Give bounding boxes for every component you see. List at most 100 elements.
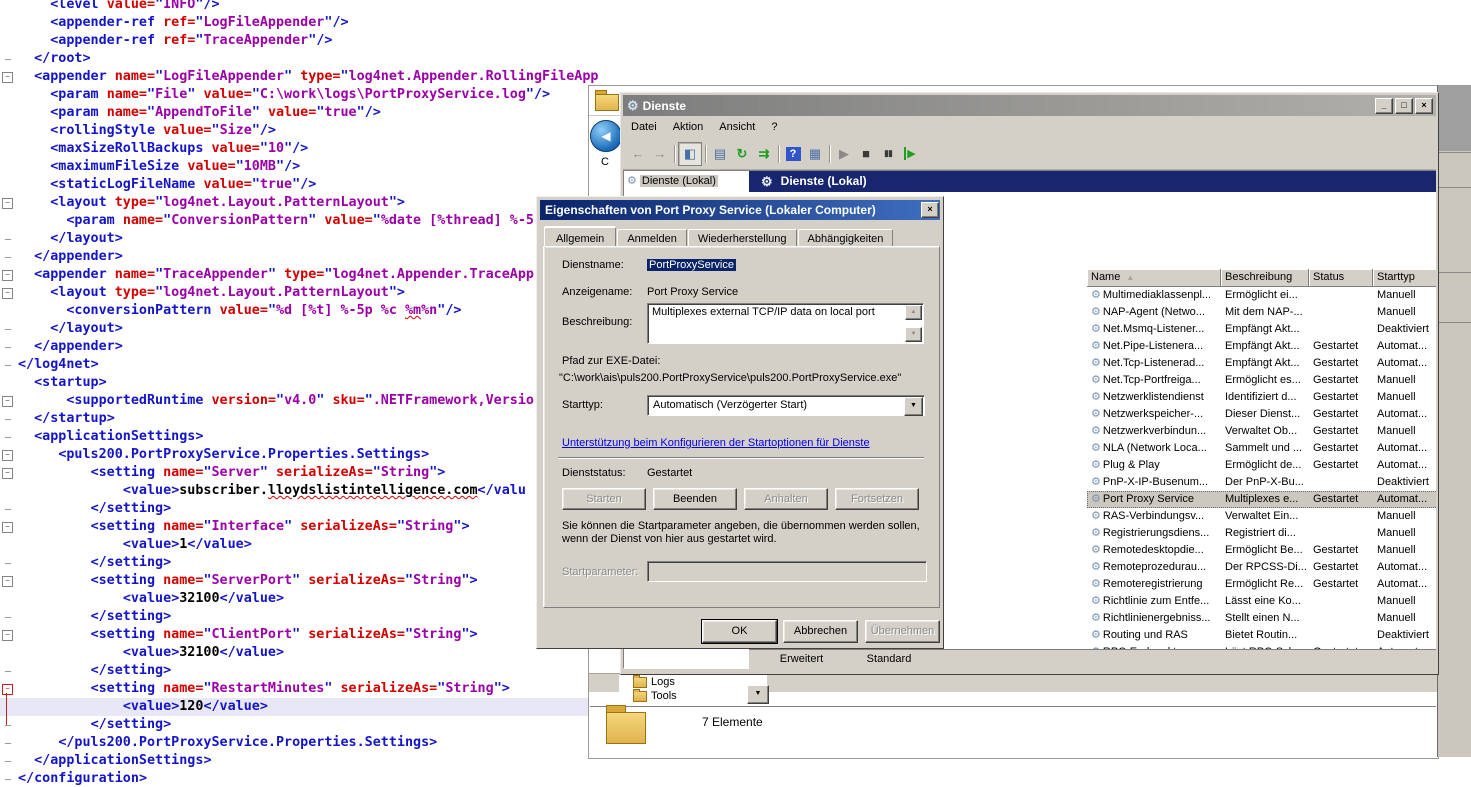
fortsetzen-button[interactable]: Fortsetzen xyxy=(835,488,919,510)
service-row[interactable]: ⚙Net.Tcp-Listenerad...Empfängt Akt...Ges… xyxy=(1087,355,1436,372)
folder-tree-item[interactable]: Logs xyxy=(619,675,767,689)
beenden-button[interactable]: Beenden xyxy=(653,488,737,510)
fold-marker[interactable]: − xyxy=(2,450,13,461)
tab-anmelden[interactable]: Anmelden xyxy=(617,229,687,247)
service-row[interactable]: ⚙Richtlinie zum Entfe...Lässt eine Ko...… xyxy=(1087,593,1436,610)
service-row[interactable]: ⚙Richtlinienergebniss...Stellt einen N..… xyxy=(1087,610,1436,627)
service-row[interactable]: ⚙RAS-Verbindungsv...Verwaltet Ein...Manu… xyxy=(1087,508,1436,525)
service-row[interactable]: ⚙Remoteprozedurau...Der RPCSS-Di...Gesta… xyxy=(1087,559,1436,576)
scroll-up-button[interactable]: ▲ xyxy=(905,305,922,320)
fold-marker[interactable]: − xyxy=(2,630,13,641)
refresh-button[interactable]: ↻ xyxy=(731,143,753,165)
fold-marker[interactable]: − xyxy=(2,468,13,479)
export-list-button[interactable]: ⇉ xyxy=(753,143,775,165)
column-header-name[interactable]: Name▲ xyxy=(1087,269,1221,287)
apply-button[interactable]: Übernehmen xyxy=(865,620,940,643)
minimize-button[interactable]: _ xyxy=(1375,98,1393,114)
dropdown-button[interactable]: ▼ xyxy=(747,685,769,704)
service-row[interactable]: ⚙Net.Msmq-Listener...Empfängt Akt...Deak… xyxy=(1087,321,1436,338)
column-header-status[interactable]: Status xyxy=(1309,269,1373,287)
service-row[interactable]: ⚙RemoteregistrierungErmöglicht Re...Gest… xyxy=(1087,576,1436,593)
menu-help[interactable]: ? xyxy=(763,118,785,136)
cell: Gestartet xyxy=(1309,338,1373,355)
tab-wiederherstellung[interactable]: Wiederherstellung xyxy=(688,229,797,247)
startoptions-help-link[interactable]: Unterstützung beim Konfigurieren der Sta… xyxy=(562,437,870,449)
maximize-button[interactable]: □ xyxy=(1395,98,1413,114)
ok-button[interactable]: OK xyxy=(702,620,777,643)
dialog-titlebar[interactable]: Eigenschaften von Port Proxy Service (Lo… xyxy=(540,200,940,220)
back-button[interactable]: ← xyxy=(627,143,649,165)
column-header-starttyp[interactable]: Starttyp xyxy=(1373,269,1436,287)
xml-code-editor[interactable]: <level value="INFO"/> <appender-ref ref=… xyxy=(0,0,598,787)
service-row[interactable]: ⚙Net.Tcp-Portfreiga...Ermöglicht es...Ge… xyxy=(1087,372,1436,389)
help-button[interactable]: ? xyxy=(782,143,804,165)
cell: ⚙PnP-X-IP-Busenum... xyxy=(1087,474,1221,491)
close-button[interactable]: × xyxy=(1415,98,1433,114)
cell: Empfängt Akt... xyxy=(1221,338,1309,355)
startparameter-input[interactable] xyxy=(647,561,927,582)
start-service-button[interactable]: ▶ xyxy=(833,143,855,165)
service-row[interactable]: ⚙NAP-Agent (Netwo...Mit dem NAP-...Manue… xyxy=(1087,304,1436,321)
view-tab-erweitert[interactable]: Erweitert xyxy=(753,650,850,669)
service-row[interactable]: ⚙Port Proxy ServiceMultiplexes e...Gesta… xyxy=(1087,491,1436,508)
fold-marker[interactable]: − xyxy=(2,396,13,407)
tab-abhangigkeiten[interactable]: Abhängigkeiten xyxy=(798,229,894,247)
service-row[interactable]: ⚙NetzwerklistendienstIdentifiziert d...G… xyxy=(1087,389,1436,406)
anhalten-button[interactable]: Anhalten xyxy=(744,488,828,510)
services-app-icon: ⚙ xyxy=(627,95,639,116)
cell: Gestartet xyxy=(1309,355,1373,372)
code-line: </configuration> xyxy=(0,770,598,787)
starttyp-combobox[interactable]: Automatisch (Verzögerter Start) ▼ xyxy=(647,395,925,416)
service-row[interactable]: ⚙Netzwerkspeicher-...Dieser Dienst...Ges… xyxy=(1087,406,1436,423)
menu-aktion[interactable]: Aktion xyxy=(665,118,712,136)
code-fold-rail[interactable]: − − − − − − − − − − − xyxy=(0,0,16,787)
code-line: <setting name="RestartMinutes" serialize… xyxy=(0,680,598,698)
forward-button[interactable]: → xyxy=(649,143,671,165)
gear-icon: ⚙ xyxy=(1091,612,1101,624)
combo-dropdown-button[interactable]: ▼ xyxy=(904,397,923,416)
fold-marker[interactable]: − xyxy=(2,522,13,533)
tab-allgemein[interactable]: Allgemein xyxy=(544,227,616,248)
extended-view-button[interactable]: ▦ xyxy=(804,143,826,165)
service-row[interactable]: ⚙Routing und RASBietet Routin...Deaktivi… xyxy=(1087,627,1436,644)
service-row[interactable]: ⚙Netzwerkverbindun...Verwaltet Ob...Gest… xyxy=(1087,423,1436,440)
cell: ⚙NLA (Network Loca... xyxy=(1087,440,1221,457)
fold-dash xyxy=(5,617,11,618)
fold-marker[interactable]: − xyxy=(2,72,13,83)
cell: Automat... xyxy=(1373,440,1436,457)
stop-service-button[interactable]: ■ xyxy=(855,143,877,165)
services-titlebar[interactable]: ⚙Dienste _ □ × xyxy=(623,95,1436,116)
restart-service-button[interactable]: ▶ xyxy=(899,143,921,165)
back-button[interactable]: ◀ xyxy=(590,120,622,152)
menu-ansicht[interactable]: Ansicht xyxy=(711,118,763,136)
pause-service-button[interactable]: ▮▮ xyxy=(877,143,899,165)
tree-item-dienste-lokal[interactable]: ⚙ Dienste (Lokal) xyxy=(625,173,749,188)
service-row[interactable]: ⚙Net.Pipe-Listenera...Empfängt Akt...Ges… xyxy=(1087,338,1436,355)
dialog-tab-page xyxy=(543,246,940,608)
cancel-button[interactable]: Abbrechen xyxy=(783,620,858,643)
gear-icon: ⚙ xyxy=(1091,391,1101,403)
code-line: <value>32100</value> xyxy=(0,590,598,608)
service-row[interactable]: ⚙Registrierungsdiens...Registriert di...… xyxy=(1087,525,1436,542)
fold-marker[interactable]: − xyxy=(2,288,13,299)
service-row[interactable]: ⚙NLA (Network Loca...Sammelt und ...Gest… xyxy=(1087,440,1436,457)
menu-datei[interactable]: Datei xyxy=(623,118,665,136)
properties-button[interactable]: ▤ xyxy=(709,143,731,165)
service-row[interactable]: ⚙Remotedesktopdie...Ermöglicht Be...Gest… xyxy=(1087,542,1436,559)
show-console-tree-button[interactable]: ◧ xyxy=(678,142,702,166)
fold-marker-red[interactable]: − xyxy=(2,684,13,695)
fold-marker[interactable]: − xyxy=(2,198,13,209)
beschreibung-textbox[interactable]: Multiplexes external TCP/IP data on loca… xyxy=(647,303,924,344)
fold-marker[interactable]: − xyxy=(2,576,13,587)
service-row[interactable]: ⚙Multimediaklassenpl...Ermöglicht ei...M… xyxy=(1087,287,1436,304)
dienstname-value[interactable]: PortProxyService xyxy=(647,259,736,271)
dialog-close-button[interactable]: × xyxy=(921,202,939,218)
starten-button[interactable]: Starten xyxy=(562,488,646,510)
fold-marker[interactable]: − xyxy=(2,270,13,281)
gear-icon: ⚙ xyxy=(1091,459,1101,471)
scroll-down-button[interactable]: ▼ xyxy=(905,327,922,342)
view-tab-standard[interactable]: Standard xyxy=(844,650,934,669)
service-row[interactable]: ⚙Plug & PlayErmöglicht de...GestartetAut… xyxy=(1087,457,1436,474)
service-row[interactable]: ⚙PnP-X-IP-Busenum...Der PnP-X-Bu...Deakt… xyxy=(1087,474,1436,491)
column-header-beschreibung[interactable]: Beschreibung xyxy=(1221,269,1309,287)
